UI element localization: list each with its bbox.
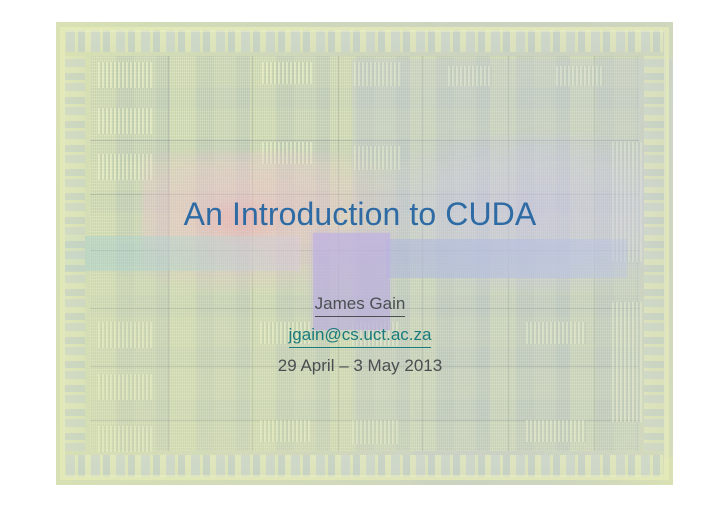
presentation-slide: An Introduction to CUDA James Gain jgain… <box>0 0 720 509</box>
author-email-link[interactable]: jgain@cs.uct.ac.za <box>288 323 432 348</box>
gpu-die-photo-background <box>56 22 673 485</box>
die-seal-ring <box>60 27 669 480</box>
